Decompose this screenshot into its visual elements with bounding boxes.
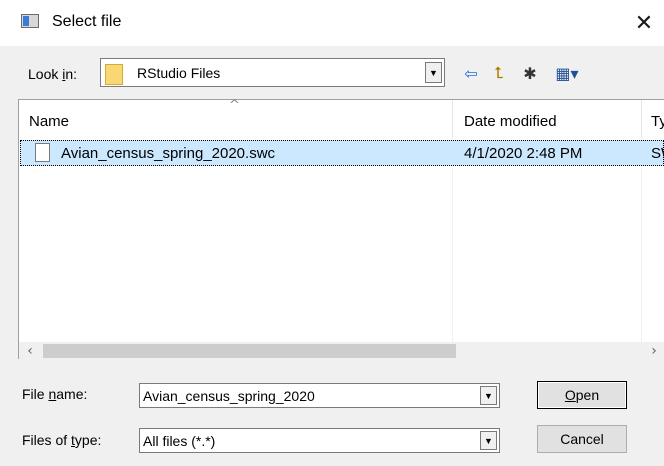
new-folder-icon[interactable]: ✱ bbox=[518, 63, 542, 83]
sort-ascending-icon: ^ bbox=[229, 98, 240, 113]
view-menu-icon[interactable]: ▦▾ bbox=[550, 63, 584, 83]
open-button-label: pen bbox=[575, 387, 600, 403]
scroll-right-icon[interactable]: › bbox=[645, 342, 663, 360]
scroll-left-icon[interactable]: ‹ bbox=[21, 342, 39, 360]
chevron-down-icon[interactable]: ▼ bbox=[480, 386, 497, 405]
cancel-button[interactable]: Cancel bbox=[537, 425, 627, 453]
back-arrow-icon[interactable]: ⇦ bbox=[461, 63, 481, 83]
column-guide bbox=[641, 138, 642, 346]
column-divider[interactable] bbox=[641, 100, 642, 138]
open-button-hotkey: O bbox=[564, 387, 576, 403]
up-folder-icon[interactable]: ⮤ bbox=[488, 63, 510, 83]
look-in-label: Look in: bbox=[28, 66, 77, 82]
chevron-down-icon[interactable]: ▼ bbox=[425, 62, 442, 83]
look-in-label-pre: Look bbox=[28, 66, 63, 82]
chevron-down-icon[interactable]: ▼ bbox=[480, 431, 497, 450]
horizontal-scrollbar[interactable]: ‹ › bbox=[19, 342, 664, 360]
file-dialog: Select file ✕ Look in: RStudio Files ▼ ⇦… bbox=[0, 0, 664, 466]
folder-icon bbox=[105, 62, 123, 85]
close-icon[interactable]: ✕ bbox=[624, 0, 664, 46]
file-list[interactable]: Name ^ Date modified Ty Avian_census_spr… bbox=[18, 98, 664, 360]
file-name-value: Avian_census_spring_2020 bbox=[143, 388, 315, 404]
column-divider[interactable] bbox=[452, 100, 453, 138]
look-in-value: RStudio Files bbox=[137, 65, 221, 81]
file-type-cell: SWC bbox=[651, 145, 664, 162]
file-type-label-pre: Files of bbox=[22, 432, 72, 448]
column-guide bbox=[452, 138, 453, 346]
file-name-label-post: ame: bbox=[56, 386, 88, 402]
open-button[interactable]: Open bbox=[537, 381, 627, 409]
column-header-name[interactable]: Name bbox=[29, 100, 69, 138]
column-header-type[interactable]: Ty bbox=[651, 100, 664, 138]
document-icon bbox=[35, 143, 50, 162]
look-in-dropdown[interactable]: RStudio Files ▼ bbox=[100, 58, 445, 87]
file-name-label: File name: bbox=[22, 386, 87, 402]
file-name-input[interactable]: Avian_census_spring_2020 ▼ bbox=[139, 383, 500, 408]
scrollbar-thumb[interactable] bbox=[43, 344, 456, 358]
file-name-cell: Avian_census_spring_2020.swc bbox=[61, 145, 276, 162]
file-type-label: Files of type: bbox=[22, 432, 101, 448]
column-header-date[interactable]: Date modified bbox=[464, 100, 557, 138]
file-date-cell: 4/1/2020 2:48 PM bbox=[464, 145, 583, 162]
window-title: Select file bbox=[52, 13, 122, 30]
look-in-label-post: n: bbox=[65, 66, 78, 82]
file-type-value: All files (*.*) bbox=[143, 433, 216, 449]
window-icon bbox=[21, 14, 39, 28]
file-name-label-pre: File bbox=[22, 386, 49, 402]
title-bar[interactable]: Select file ✕ bbox=[0, 0, 664, 46]
file-type-dropdown[interactable]: All files (*.*) ▼ bbox=[139, 428, 500, 453]
file-type-label-post: ype: bbox=[74, 432, 102, 448]
